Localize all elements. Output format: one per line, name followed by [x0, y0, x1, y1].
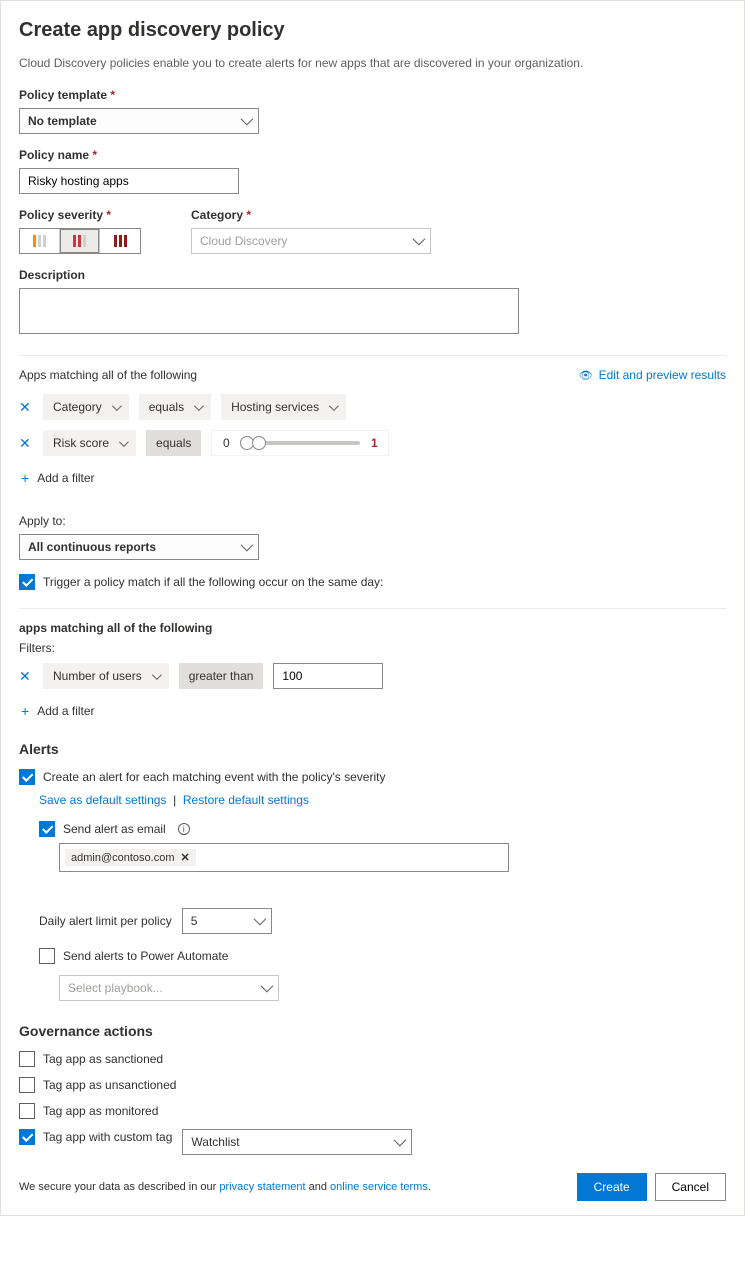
tag-sanctioned-checkbox[interactable]: Tag app as sanctioned [19, 1051, 163, 1067]
plus-icon: + [21, 703, 29, 719]
label-description: Description [19, 268, 726, 282]
remove-filter-icon[interactable]: ✕ [19, 669, 33, 683]
chevron-down-icon [148, 669, 159, 683]
checkbox-icon [19, 1103, 35, 1119]
create-button[interactable]: Create [577, 1173, 647, 1201]
remove-filter-icon[interactable]: ✕ [19, 436, 33, 450]
remove-filter-icon[interactable]: ✕ [19, 400, 33, 414]
email-chip: admin@contoso.com ✕ [65, 849, 196, 866]
tag-unsanctioned-checkbox[interactable]: Tag app as unsanctioned [19, 1077, 176, 1093]
checkbox-icon [39, 821, 55, 837]
filter-value-select[interactable]: Hosting services [221, 394, 346, 420]
severity-low[interactable] [20, 229, 60, 253]
checkbox-icon [19, 769, 35, 785]
filters-label: Filters: [19, 641, 726, 655]
divider [19, 608, 726, 609]
tag-monitored-checkbox[interactable]: Tag app as monitored [19, 1103, 158, 1119]
severity-selector [19, 228, 141, 254]
create-alert-checkbox[interactable]: Create an alert for each matching event … [19, 769, 385, 785]
chevron-down-icon [405, 234, 422, 248]
checkbox-icon [19, 1051, 35, 1067]
email-recipients-input[interactable]: admin@contoso.com ✕ [59, 843, 509, 872]
save-defaults-link[interactable]: Save as default settings [39, 793, 166, 807]
filter-field-select[interactable]: Category [43, 394, 129, 420]
daily-limit-label: Daily alert limit per policy [39, 914, 172, 928]
edit-preview-link[interactable]: Edit and preview results [579, 368, 726, 382]
restore-defaults-link[interactable]: Restore default settings [183, 793, 309, 807]
checkbox-icon [19, 1077, 35, 1093]
power-automate-checkbox[interactable]: Send alerts to Power Automate [39, 948, 228, 964]
chevron-down-icon [108, 400, 119, 414]
chevron-down-icon [233, 540, 250, 554]
chevron-down-icon [233, 114, 250, 128]
policy-template-select[interactable]: No template [19, 108, 259, 134]
alerts-heading: Alerts [19, 741, 726, 757]
checkbox-icon [19, 1129, 35, 1145]
filter-value-input[interactable] [273, 663, 383, 689]
filter-field-select[interactable]: Number of users [43, 663, 169, 689]
terms-link[interactable]: online service terms [330, 1181, 428, 1193]
label-name: Policy name [19, 148, 726, 162]
filter-field-select[interactable]: Risk score [43, 430, 136, 456]
cancel-button[interactable]: Cancel [655, 1173, 726, 1201]
matching-heading: Apps matching all of the following [19, 368, 197, 382]
add-filter-button[interactable]: + Add a filter [21, 470, 95, 486]
tag-custom-checkbox[interactable]: Tag app with custom tag [19, 1129, 172, 1145]
playbook-select: Select playbook... [59, 975, 279, 1001]
severity-medium[interactable] [60, 229, 100, 253]
add-filter-button[interactable]: + Add a filter [21, 703, 95, 719]
description-input[interactable] [19, 288, 519, 334]
info-icon[interactable] [178, 823, 190, 835]
filter-op-select[interactable]: equals [139, 394, 211, 420]
chevron-down-icon [325, 400, 336, 414]
chevron-down-icon [253, 981, 270, 995]
checkbox-icon [19, 574, 35, 590]
daily-matching-heading: apps matching all of the following [19, 621, 726, 635]
remove-chip-icon[interactable]: ✕ [181, 851, 190, 864]
custom-tag-select[interactable]: Watchlist [182, 1129, 412, 1155]
chevron-down-icon [190, 400, 201, 414]
chevron-down-icon [246, 914, 263, 928]
send-email-checkbox[interactable]: Send alert as email [39, 821, 190, 837]
chevron-down-icon [115, 436, 126, 450]
filter-op-select[interactable]: greater than [179, 663, 264, 689]
divider [19, 355, 726, 356]
apply-to-select[interactable]: All continuous reports [19, 534, 259, 560]
page-subtitle: Cloud Discovery policies enable you to c… [19, 56, 726, 70]
label-apply-to: Apply to: [19, 514, 726, 528]
daily-limit-select[interactable]: 5 [182, 908, 272, 934]
plus-icon: + [21, 470, 29, 486]
page-title: Create app discovery policy [19, 19, 726, 42]
category-select: Cloud Discovery [191, 228, 431, 254]
policy-name-input[interactable] [19, 168, 239, 194]
governance-heading: Governance actions [19, 1023, 726, 1039]
checkbox-icon [39, 948, 55, 964]
chevron-down-icon [386, 1135, 403, 1149]
filter-op-select[interactable]: equals [146, 430, 201, 456]
risk-score-slider[interactable]: 0 1 [211, 430, 389, 456]
label-severity: Policy severity [19, 208, 141, 222]
trigger-same-day-checkbox[interactable]: Trigger a policy match if all the follow… [19, 574, 383, 590]
label-category: Category [191, 208, 431, 222]
severity-high[interactable] [100, 229, 140, 253]
footer-text: We secure your data as described in our … [19, 1181, 431, 1193]
privacy-link[interactable]: privacy statement [219, 1181, 305, 1193]
label-template: Policy template [19, 88, 726, 102]
